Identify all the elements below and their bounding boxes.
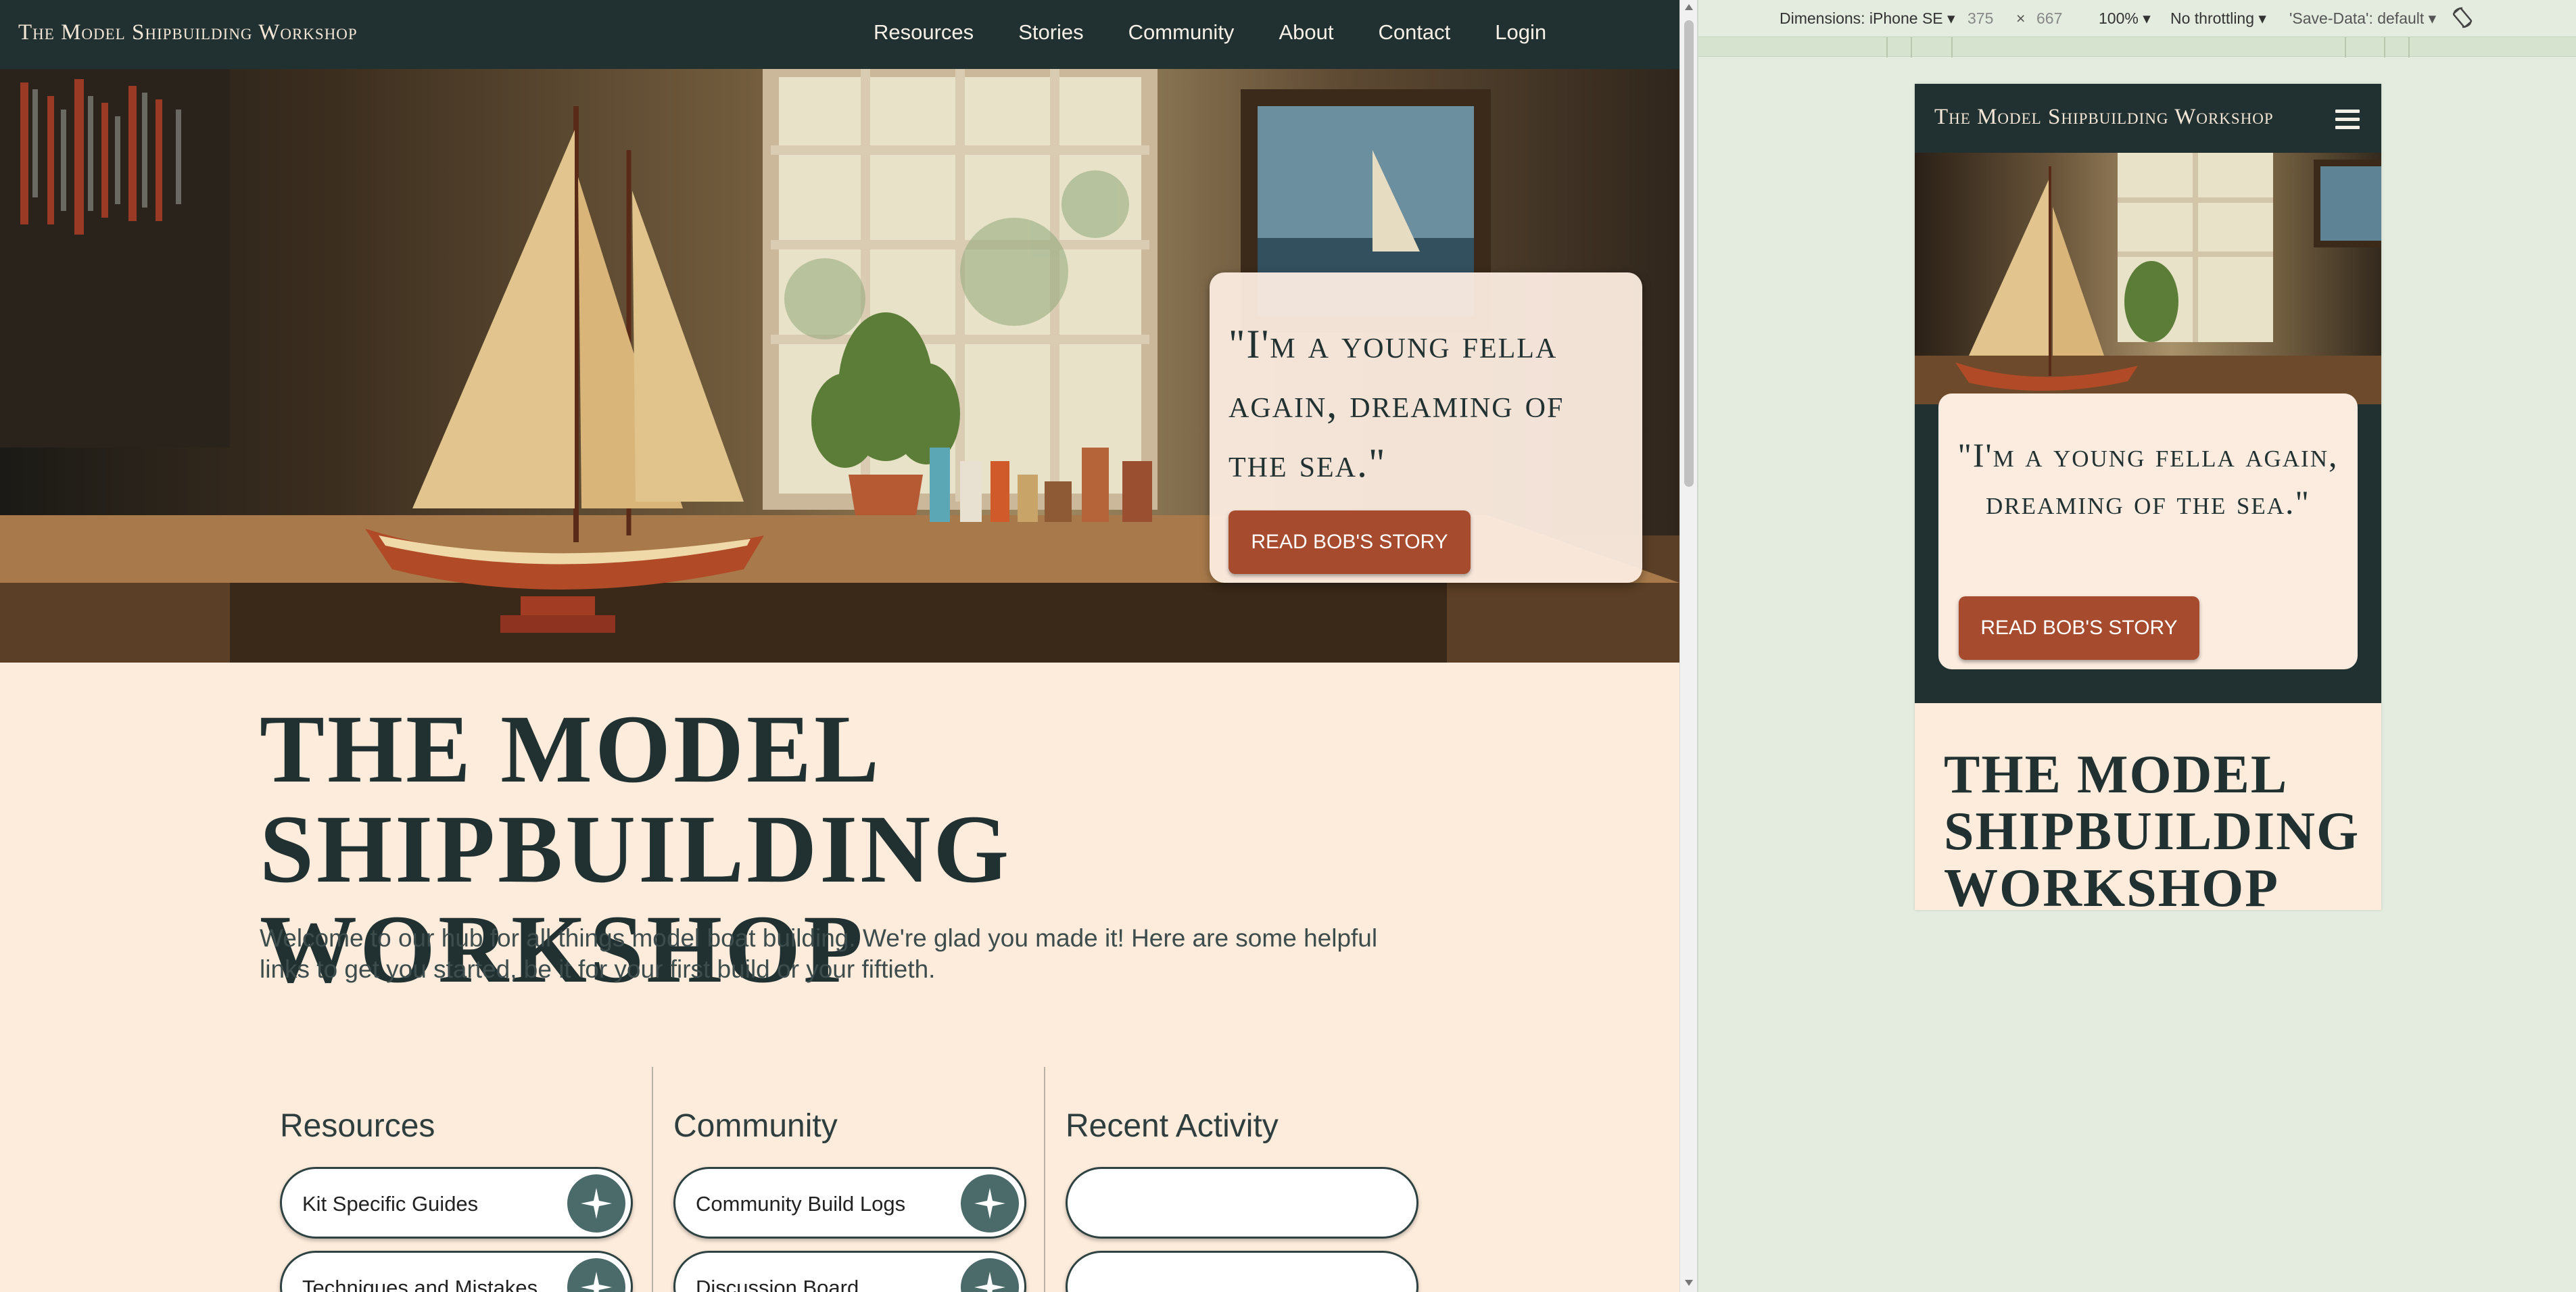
resources-column: Resources Kit Specific Guides Techniques… — [260, 1067, 652, 1292]
mobile-nav: The Model Shipbuilding Workshop — [1915, 84, 2381, 153]
mobile-hero-image — [1915, 153, 2381, 404]
compass-star-icon — [961, 1258, 1019, 1292]
recent-activity-column: Recent Activity — [1044, 1067, 1436, 1292]
hero-quote-card: "I'm a young fella again, dreaming of th… — [1210, 272, 1642, 583]
column-heading-recent-activity: Recent Activity — [1066, 1108, 1279, 1144]
nav-link-login[interactable]: Login — [1495, 20, 1546, 45]
link-pill[interactable]: Discussion Board — [673, 1251, 1026, 1292]
link-pill-label: Kit Specific Guides — [302, 1192, 479, 1216]
zoom-select[interactable]: 100% ▾ — [2099, 9, 2151, 28]
hamburger-menu-icon[interactable] — [2335, 110, 2360, 130]
nav-link-stories[interactable]: Stories — [1018, 20, 1083, 45]
device-height-input[interactable]: 667 — [2036, 9, 2062, 28]
activity-pill[interactable] — [1066, 1251, 1418, 1292]
ruler-tick — [1951, 37, 1953, 57]
nav-link-resources[interactable]: Resources — [874, 20, 974, 45]
community-column: Community Community Build Logs Discussio… — [652, 1067, 1044, 1292]
link-pill-label: Discussion Board — [696, 1276, 859, 1292]
ruler-tick — [2408, 37, 2410, 57]
intro-text: Welcome to our hub for all things model … — [260, 924, 1378, 983]
device-dimensions-label: Dimensions: iPhone SE — [1780, 9, 1943, 27]
link-pill-label: Techniques and Mistakes — [302, 1276, 538, 1292]
hero-quote: "I'm a young fella again, dreaming of th… — [1229, 322, 1565, 485]
scroll-down-arrow-icon[interactable] — [1685, 1280, 1693, 1286]
link-pill-label: Community Build Logs — [696, 1192, 906, 1216]
throttling-select[interactable]: No throttling ▾ — [2170, 9, 2266, 28]
page-scrollbar[interactable] — [1679, 0, 1697, 1292]
ruler-tick — [2345, 37, 2346, 57]
mobile-brand[interactable]: The Model Shipbuilding Workshop — [1934, 105, 2274, 130]
mobile-page-title: THE MODEL SHIPBUILDING WORKSHOP — [1944, 745, 2360, 910]
ruler-tick — [2384, 37, 2385, 57]
ruler-tick — [1911, 37, 1912, 57]
column-heading-community: Community — [673, 1108, 838, 1144]
nav-link-about[interactable]: About — [1279, 20, 1333, 45]
rotate-device-icon[interactable] — [2450, 5, 2475, 34]
mobile-quote-card: "I'm a young fella again, dreaming of th… — [1938, 393, 2358, 669]
compass-star-icon — [567, 1258, 625, 1292]
desktop-viewport: The Model Shipbuilding Workshop Resource… — [0, 0, 1679, 1292]
media-query-ruler[interactable] — [1698, 37, 2576, 57]
save-data-select[interactable]: 'Save-Data': default ▾ — [2289, 9, 2436, 28]
device-toolbar: Dimensions: iPhone SE ▾ 375 × 667 100% ▾… — [1698, 0, 2576, 37]
scroll-thumb[interactable] — [1684, 20, 1694, 487]
devtools-device-pane: Dimensions: iPhone SE ▾ 375 × 667 100% ▾… — [1697, 0, 2576, 1292]
zoom-label: 100% — [2099, 9, 2139, 27]
mobile-preview: The Model Shipbuilding Workshop "I'm a y… — [1915, 84, 2381, 910]
read-story-button[interactable]: READ BOB'S STORY — [1229, 510, 1471, 574]
scroll-up-arrow-icon[interactable] — [1685, 4, 1693, 10]
top-nav: The Model Shipbuilding Workshop Resource… — [0, 0, 1679, 69]
column-heading-resources: Resources — [280, 1108, 435, 1144]
device-dimensions-select[interactable]: Dimensions: iPhone SE ▾ — [1780, 9, 1955, 28]
nav-link-contact[interactable]: Contact — [1378, 20, 1450, 45]
compass-star-icon — [567, 1174, 625, 1233]
save-data-label: 'Save-Data': default — [2289, 9, 2425, 27]
mobile-read-story-button[interactable]: READ BOB'S STORY — [1959, 596, 2199, 660]
hero-image: "I'm a young fella again, dreaming of th… — [0, 69, 1679, 663]
activity-pill[interactable] — [1066, 1167, 1418, 1239]
link-pill[interactable]: Kit Specific Guides — [280, 1167, 633, 1239]
mobile-workshop-illustration — [1915, 153, 2381, 404]
nav-link-community[interactable]: Community — [1128, 20, 1235, 45]
dimension-separator: × — [2016, 9, 2026, 27]
link-pill[interactable]: Techniques and Mistakes — [280, 1251, 633, 1292]
compass-star-icon — [961, 1174, 1019, 1233]
throttling-label: No throttling — [2170, 9, 2255, 27]
mobile-hero-quote: "I'm a young fella again, dreaming of th… — [1957, 436, 2339, 521]
device-width-input[interactable]: 375 — [1967, 9, 1993, 28]
ruler-tick — [1886, 37, 1888, 57]
link-pill[interactable]: Community Build Logs — [673, 1167, 1026, 1239]
nav-links: Resources Stories Community About Contac… — [874, 20, 1546, 45]
site-brand[interactable]: The Model Shipbuilding Workshop — [18, 20, 358, 45]
